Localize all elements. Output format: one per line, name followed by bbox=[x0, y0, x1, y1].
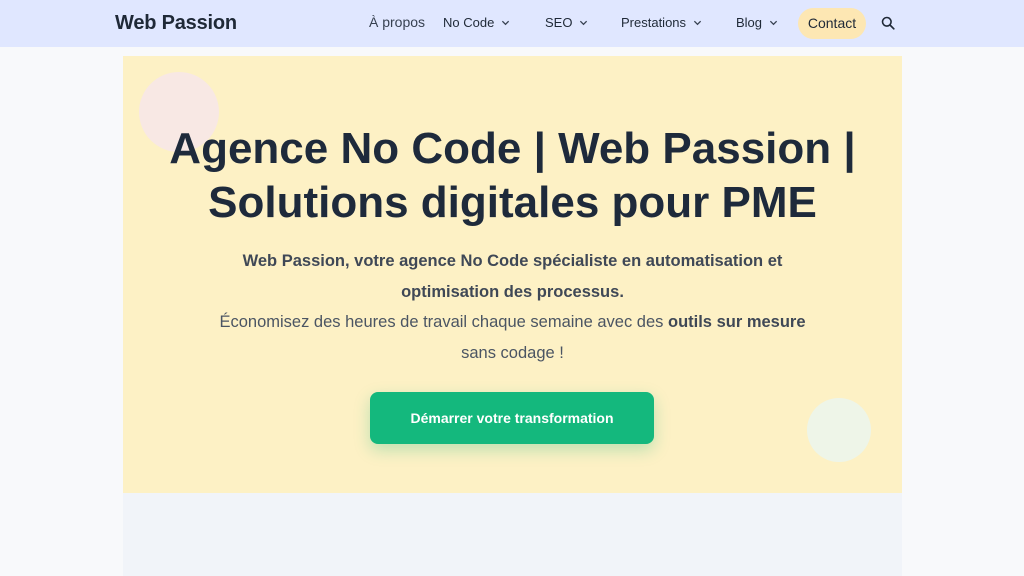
nav-item-seo[interactable]: SEO bbox=[545, 15, 588, 30]
chevron-down-icon bbox=[502, 20, 510, 26]
hero-lead-text: Web Passion, votre agence No Code spécia… bbox=[242, 252, 783, 270]
hero-body-emphasis: outils sur mesure bbox=[667, 313, 806, 331]
nav-item-a-propos[interactable]: À propos bbox=[369, 14, 425, 30]
site-logo[interactable]: Web Passion bbox=[115, 12, 237, 35]
header: Web Passion À propos No Code SEO Prestat… bbox=[0, 0, 1024, 47]
page-title: Agence No Code | Web Passion | Solutions… bbox=[123, 122, 902, 230]
page-title-line: Solutions digitales pour PME bbox=[208, 178, 817, 227]
hero-body-text: Économisez des heures de travail chaque … bbox=[219, 313, 668, 331]
page-title-line: Agence No Code | Web Passion | bbox=[169, 124, 856, 173]
nav-item-label: SEO bbox=[545, 15, 573, 30]
start-transformation-button[interactable]: Démarrer votre transformation bbox=[370, 392, 654, 444]
nav-item-blog[interactable]: Blog bbox=[736, 15, 778, 30]
chevron-down-icon bbox=[693, 20, 702, 26]
hero-description: Web Passion, votre agence No Code spécia… bbox=[123, 246, 902, 368]
hero-body-text: sans codage ! bbox=[461, 343, 564, 362]
nav-item-label: À propos bbox=[369, 14, 426, 30]
search-icon[interactable] bbox=[881, 16, 895, 30]
hero-section: Agence No Code | Web Passion | Solutions… bbox=[123, 56, 902, 493]
chevron-down-icon bbox=[769, 20, 778, 26]
contact-button[interactable]: Contact bbox=[798, 8, 866, 39]
nav-item-label: Prestations bbox=[621, 15, 687, 30]
hero-lead-text: optimisation des processus. bbox=[401, 282, 624, 301]
nav-item-no-code[interactable]: No Code bbox=[443, 15, 510, 30]
chevron-down-icon bbox=[580, 20, 588, 26]
nav-item-prestations[interactable]: Prestations bbox=[621, 15, 702, 30]
nav-item-label: Blog bbox=[736, 15, 763, 30]
next-section bbox=[123, 493, 902, 576]
nav-item-label: No Code bbox=[443, 15, 495, 30]
decorative-circle bbox=[807, 398, 871, 462]
